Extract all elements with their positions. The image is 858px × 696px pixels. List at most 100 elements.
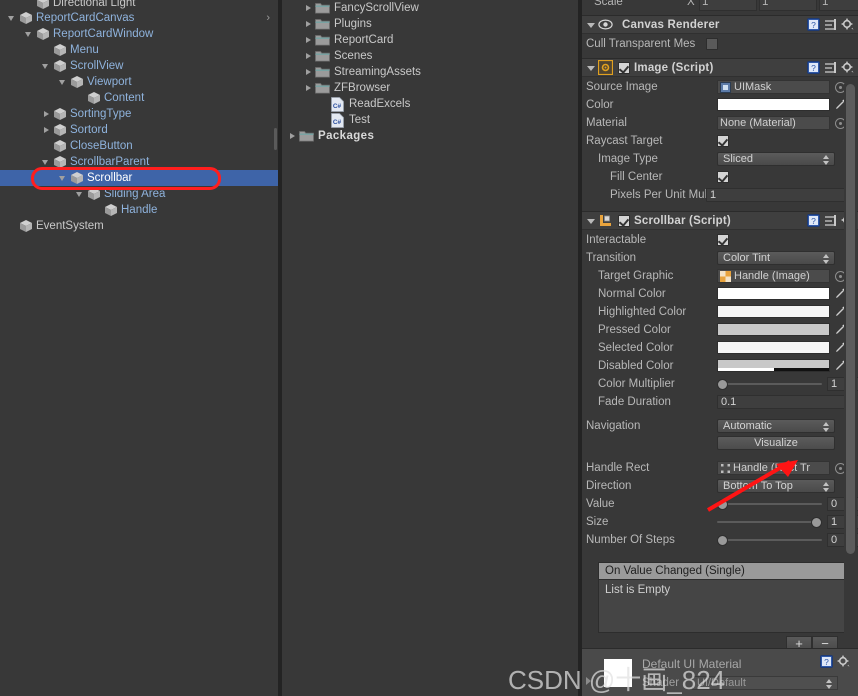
hierarchy-item-sliding-area[interactable]: Sliding Area	[0, 186, 278, 202]
foldout-down-icon[interactable]	[23, 26, 36, 42]
alpha-bar	[718, 368, 829, 371]
navigation-dropdown[interactable]: Automatic	[717, 419, 835, 433]
foldout-down-icon[interactable]	[74, 186, 87, 202]
foldout-right-icon[interactable]	[302, 80, 315, 96]
hierarchy-item-scrollbarparent[interactable]: ScrollbarParent	[0, 154, 278, 170]
hierarchy-item-reportcardcanvas[interactable]: ReportCardCanvas ›	[0, 10, 278, 26]
cull-transparent-mesh-checkbox[interactable]	[706, 38, 718, 50]
preset-icon[interactable]	[824, 214, 837, 230]
foldout-right-icon[interactable]	[302, 0, 315, 16]
image-color-swatch[interactable]	[717, 98, 830, 111]
image-component-enabled-checkbox[interactable]	[618, 61, 630, 74]
foldout-right-icon[interactable]	[302, 32, 315, 48]
gear-icon[interactable]	[841, 61, 854, 77]
foldout-down-icon[interactable]	[40, 154, 53, 170]
hierarchy-item-viewport[interactable]: Viewport	[0, 74, 278, 90]
foldout-right-icon[interactable]	[302, 48, 315, 64]
canvas-renderer-foldout-icon[interactable]	[585, 17, 598, 33]
foldout-right-icon[interactable]	[40, 122, 53, 138]
slider-number-of-steps[interactable]	[717, 533, 822, 547]
hierarchy-item-reportcardwindow[interactable]: ReportCardWindow	[0, 26, 278, 42]
foldout-down-icon[interactable]	[57, 74, 70, 90]
project-item-streamingassets[interactable]: StreamingAssets	[282, 64, 578, 80]
scrollbar-component-foldout-icon[interactable]	[585, 213, 598, 229]
foldout-right-icon[interactable]	[302, 16, 315, 32]
chevron-right-icon[interactable]: ›	[266, 10, 270, 26]
image-field-checkbox[interactable]	[717, 135, 729, 147]
fade-duration-field[interactable]: 0.1	[717, 395, 848, 409]
color-multiplier-slider[interactable]	[717, 377, 822, 391]
inspector-scrollbar[interactable]	[844, 84, 857, 644]
project-item-scenes[interactable]: Scenes	[282, 48, 578, 64]
color-swatch[interactable]	[717, 323, 830, 336]
preset-icon[interactable]	[824, 61, 837, 77]
foldout-right-icon[interactable]	[286, 128, 299, 144]
project-item-plugins[interactable]: Plugins	[282, 16, 578, 32]
slider-value[interactable]	[717, 497, 822, 511]
hierarchy-tree[interactable]: Directional Light ReportCardCanvas › Report…	[0, 0, 278, 234]
help-book-icon[interactable]: ?	[807, 18, 820, 34]
foldout-right-icon[interactable]	[302, 64, 315, 80]
project-item-packages[interactable]: Packages	[282, 128, 578, 144]
hierarchy-item-sortingtype[interactable]: SortingType	[0, 106, 278, 122]
target-graphic-object-field[interactable]: Handle (Image)	[717, 269, 830, 283]
slider-knob[interactable]	[717, 379, 728, 390]
foldout-down-icon[interactable]	[40, 58, 53, 74]
color-swatch[interactable]	[717, 341, 830, 354]
canvas-renderer-header[interactable]: Canvas Renderer ?	[582, 15, 858, 34]
foldout-down-icon[interactable]	[6, 10, 19, 26]
gameobject-cube-icon	[53, 43, 67, 57]
gear-icon[interactable]	[837, 655, 850, 671]
gear-icon[interactable]	[841, 18, 854, 34]
color-swatch[interactable]	[717, 359, 830, 372]
scrollbar-component-enabled-checkbox[interactable]	[618, 214, 630, 227]
image-field-object-value[interactable]: UIMask	[717, 80, 830, 94]
help-book-icon[interactable]: ?	[807, 214, 820, 230]
shader-dropdown[interactable]: UI/Default	[692, 676, 838, 690]
image-field-checkbox[interactable]	[717, 171, 729, 183]
color-swatch[interactable]	[717, 305, 830, 318]
project-item-zfbrowser[interactable]: ZFBrowser	[282, 80, 578, 96]
visualize-button[interactable]: Visualize	[717, 436, 835, 450]
help-book-icon[interactable]: ?	[807, 61, 820, 77]
color-swatch[interactable]	[717, 287, 830, 300]
foldout-down-icon[interactable]	[57, 170, 70, 186]
hierarchy-item-content[interactable]: Content	[0, 90, 278, 106]
hierarchy-item-directional-light[interactable]: Directional Light	[0, 0, 278, 10]
hierarchy-scrollbar[interactable]	[274, 128, 277, 150]
preset-icon[interactable]	[824, 18, 837, 34]
inspector-scrollbar-thumb[interactable]	[846, 84, 855, 554]
project-item-test[interactable]: C# Test	[282, 112, 578, 128]
direction-dropdown[interactable]: Bottom To Top	[717, 479, 835, 493]
hierarchy-item-eventsystem[interactable]: EventSystem	[0, 218, 278, 234]
hierarchy-item-closebutton[interactable]: CloseButton	[0, 138, 278, 154]
slider-knob[interactable]	[811, 517, 822, 528]
project-item-fancyscrollview[interactable]: FancyScrollView	[282, 0, 578, 16]
slider-knob[interactable]	[717, 535, 728, 546]
project-item-readexcels[interactable]: C# ReadExcels	[282, 96, 578, 112]
hierarchy-item-menu[interactable]: Menu	[0, 42, 278, 58]
foldout-right-icon[interactable]	[40, 106, 53, 122]
handle-rect-object-field[interactable]: Handle (Rect Tr	[717, 461, 830, 475]
hierarchy-item-scrollview[interactable]: ScrollView	[0, 58, 278, 74]
interactable-checkbox[interactable]	[717, 234, 729, 246]
material-foldout-icon[interactable]	[586, 677, 591, 685]
image-type-dropdown[interactable]: Sliced	[717, 152, 835, 166]
pixels-per-unit-field[interactable]: 1	[706, 188, 848, 202]
svg-text:C#: C#	[333, 119, 342, 126]
hierarchy-item-scrollbar[interactable]: Scrollbar	[0, 170, 278, 186]
image-component-header[interactable]: Image (Script) ?	[582, 58, 858, 77]
project-item-reportcard[interactable]: ReportCard	[282, 32, 578, 48]
slider-knob[interactable]	[717, 499, 728, 510]
image-component-foldout-icon[interactable]	[585, 60, 598, 76]
project-tree[interactable]: FancyScrollView Plugins ReportCard Scenes St…	[282, 0, 578, 144]
image-field-object-text: UIMask	[734, 81, 772, 93]
help-book-icon[interactable]: ?	[820, 655, 833, 671]
transition-dropdown[interactable]: Color Tint	[717, 251, 835, 265]
slider-size[interactable]	[717, 515, 822, 529]
hierarchy-item-sortord[interactable]: Sortord	[0, 122, 278, 138]
hierarchy-item-label: Directional Light	[53, 0, 136, 9]
scrollbar-component-header[interactable]: Scrollbar (Script) ?	[582, 211, 858, 230]
image-field-object-value[interactable]: None (Material)	[717, 116, 830, 130]
hierarchy-item-handle[interactable]: Handle	[0, 202, 278, 218]
